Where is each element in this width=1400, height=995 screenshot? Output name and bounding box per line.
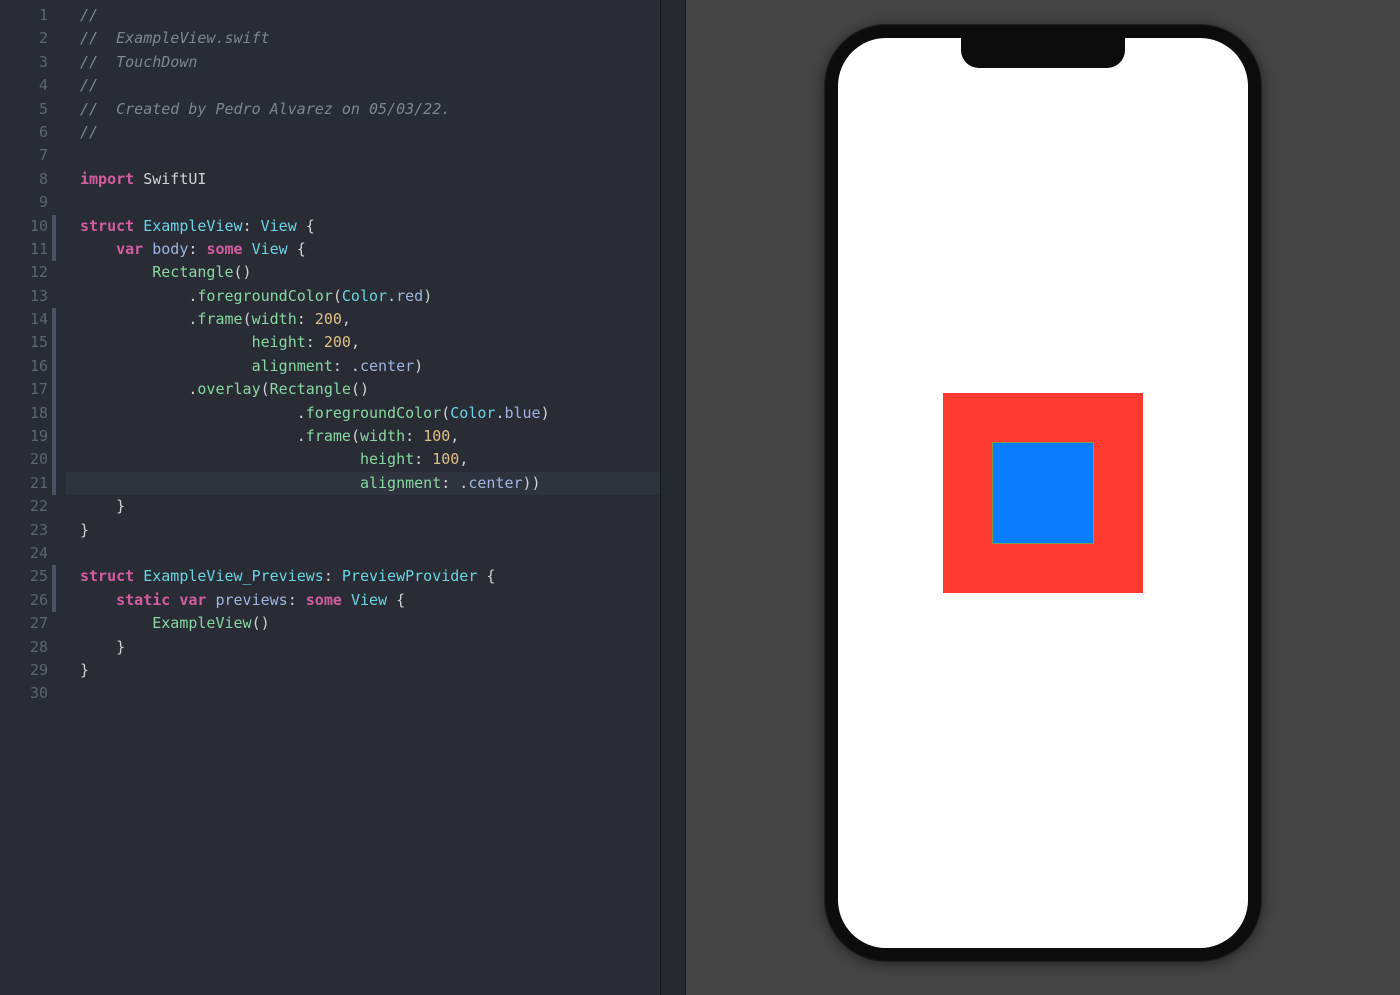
line-number[interactable]: 25	[0, 565, 56, 588]
device-screen	[838, 38, 1248, 948]
line-number[interactable]: 24	[0, 542, 56, 565]
code-line[interactable]: //	[66, 74, 660, 97]
xcode-window: 1234567891011121314151617181920212223242…	[0, 0, 1400, 995]
outer-rectangle	[943, 393, 1143, 593]
code-line[interactable]: }	[66, 519, 660, 542]
code-line[interactable]: .overlay(Rectangle()	[66, 378, 660, 401]
line-number[interactable]: 16	[0, 355, 56, 378]
line-number[interactable]: 21	[0, 472, 56, 495]
device-notch	[961, 38, 1125, 68]
code-editor[interactable]: 1234567891011121314151617181920212223242…	[0, 0, 660, 995]
fold-indicator[interactable]	[52, 589, 56, 612]
code-line[interactable]: alignment: .center)	[66, 355, 660, 378]
line-number[interactable]: 9	[0, 191, 56, 214]
fold-indicator[interactable]	[52, 425, 56, 448]
code-line[interactable]: //	[66, 121, 660, 144]
code-line[interactable]: height: 100,	[66, 448, 660, 471]
line-number[interactable]: 20	[0, 448, 56, 471]
line-number[interactable]: 19	[0, 425, 56, 448]
code-line[interactable]: struct ExampleView_Previews: PreviewProv…	[66, 565, 660, 588]
code-line[interactable]	[66, 682, 660, 705]
line-number[interactable]: 2	[0, 27, 56, 50]
line-number[interactable]: 10	[0, 215, 56, 238]
line-number[interactable]: 18	[0, 402, 56, 425]
code-line[interactable]: height: 200,	[66, 331, 660, 354]
line-number[interactable]: 23	[0, 519, 56, 542]
code-line[interactable]: struct ExampleView: View {	[66, 215, 660, 238]
line-number[interactable]: 15	[0, 331, 56, 354]
line-number[interactable]: 14	[0, 308, 56, 331]
code-text[interactable]: //// ExampleView.swift// TouchDown//// C…	[66, 4, 660, 706]
code-area: 1234567891011121314151617181920212223242…	[0, 0, 660, 706]
code-line[interactable]	[66, 144, 660, 167]
code-line[interactable]: }	[66, 495, 660, 518]
code-line[interactable]	[66, 542, 660, 565]
preview-canvas[interactable]	[686, 0, 1400, 995]
code-line[interactable]: var body: some View {	[66, 238, 660, 261]
line-number[interactable]: 13	[0, 285, 56, 308]
fold-indicator[interactable]	[52, 472, 56, 495]
device-frame	[824, 24, 1262, 962]
code-line[interactable]: // ExampleView.swift	[66, 27, 660, 50]
code-line[interactable]: .foregroundColor(Color.blue)	[66, 402, 660, 425]
line-number[interactable]: 29	[0, 659, 56, 682]
code-line[interactable]: ExampleView()	[66, 612, 660, 635]
line-number[interactable]: 8	[0, 168, 56, 191]
code-line[interactable]: }	[66, 636, 660, 659]
code-line[interactable]: .foregroundColor(Color.red)	[66, 285, 660, 308]
code-line[interactable]: }	[66, 659, 660, 682]
fold-indicator[interactable]	[52, 378, 56, 401]
fold-indicator[interactable]	[52, 565, 56, 588]
line-number[interactable]: 6	[0, 121, 56, 144]
code-line[interactable]: //	[66, 4, 660, 27]
code-line[interactable]	[66, 191, 660, 214]
line-number[interactable]: 1	[0, 4, 56, 27]
line-number[interactable]: 4	[0, 74, 56, 97]
code-line[interactable]: Rectangle()	[66, 261, 660, 284]
code-line[interactable]: // TouchDown	[66, 51, 660, 74]
code-line[interactable]: // Created by Pedro Alvarez on 05/03/22.	[66, 98, 660, 121]
line-number[interactable]: 3	[0, 51, 56, 74]
line-number[interactable]: 30	[0, 682, 56, 705]
line-number[interactable]: 28	[0, 636, 56, 659]
code-line[interactable]: import SwiftUI	[66, 168, 660, 191]
code-line[interactable]: .frame(width: 200,	[66, 308, 660, 331]
line-number[interactable]: 5	[0, 98, 56, 121]
fold-indicator[interactable]	[52, 308, 56, 331]
line-number[interactable]: 11	[0, 238, 56, 261]
line-number[interactable]: 22	[0, 495, 56, 518]
fold-indicator[interactable]	[52, 402, 56, 425]
fold-indicator[interactable]	[52, 215, 56, 238]
line-number[interactable]: 17	[0, 378, 56, 401]
code-line[interactable]: .frame(width: 100,	[66, 425, 660, 448]
code-line[interactable]: alignment: .center))	[66, 472, 660, 495]
line-number[interactable]: 26	[0, 589, 56, 612]
line-number[interactable]: 12	[0, 261, 56, 284]
line-number[interactable]: 27	[0, 612, 56, 635]
inner-rectangle	[993, 443, 1093, 543]
code-line[interactable]: static var previews: some View {	[66, 589, 660, 612]
fold-indicator[interactable]	[52, 331, 56, 354]
line-number[interactable]: 7	[0, 144, 56, 167]
line-gutter[interactable]: 1234567891011121314151617181920212223242…	[0, 4, 66, 706]
fold-indicator[interactable]	[52, 238, 56, 261]
pane-divider[interactable]	[660, 0, 686, 995]
fold-indicator[interactable]	[52, 448, 56, 471]
fold-indicator[interactable]	[52, 355, 56, 378]
